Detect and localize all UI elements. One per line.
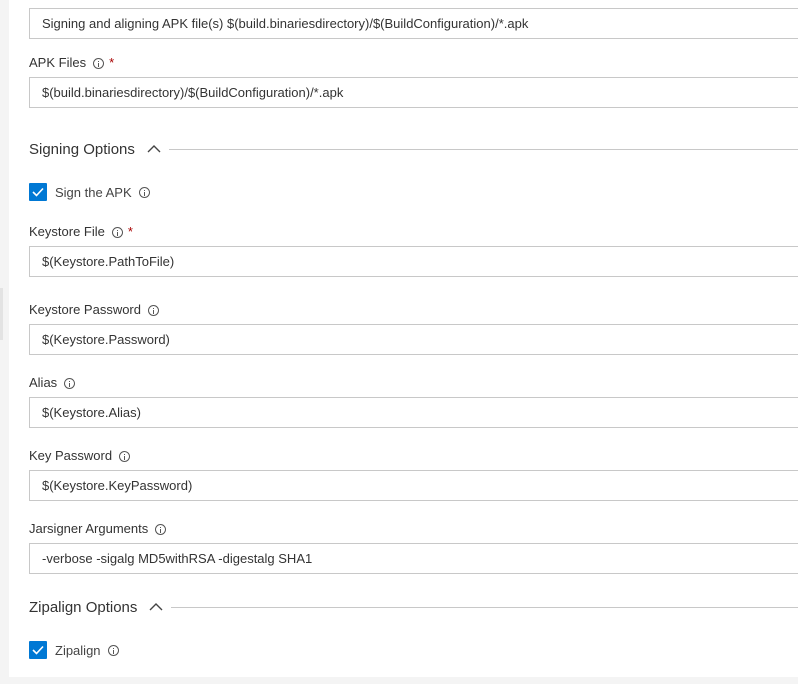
key-password-label-text: Key Password	[29, 448, 113, 463]
keystore-password-input[interactable]: $(Keystore.Password)	[29, 324, 798, 355]
required-marker: *	[109, 55, 115, 70]
task-settings-panel: Signing and aligning APK file(s) $(build…	[9, 0, 798, 684]
zipalign-options-title: Zipalign Options	[29, 598, 138, 616]
keystore-file-label-text: Keystore File	[29, 224, 105, 239]
keystore-password-label-text: Keystore Password	[29, 302, 141, 317]
section-divider	[171, 606, 798, 608]
info-icon[interactable]	[107, 644, 119, 656]
jarsigner-arguments-label: Jarsigner Arguments	[29, 520, 167, 538]
keystore-file-input[interactable]: $(Keystore.PathToFile)	[29, 246, 798, 277]
required-marker: *	[127, 224, 133, 239]
signing-options-title: Signing Options	[29, 140, 135, 158]
chevron-up-icon[interactable]	[149, 600, 163, 614]
display-name-input[interactable]: Signing and aligning APK file(s) $(build…	[29, 8, 798, 39]
jarsigner-arguments-label-text: Jarsigner Arguments	[29, 521, 149, 536]
sign-apk-label: Sign the APK	[55, 184, 132, 200]
apk-files-label: APK Files *	[29, 54, 114, 72]
key-password-label: Key Password	[29, 447, 131, 465]
sign-apk-row[interactable]: Sign the APK	[29, 182, 150, 202]
info-icon[interactable]	[64, 377, 76, 389]
alias-label-text: Alias	[29, 375, 58, 390]
zipalign-options-header[interactable]: Zipalign Options	[29, 596, 798, 618]
checkmark-icon	[32, 187, 44, 197]
zipalign-checkbox[interactable]	[29, 641, 47, 659]
apk-files-input[interactable]: $(build.binariesdirectory)/$(BuildConfig…	[29, 77, 798, 108]
apk-files-label-text: APK Files	[29, 55, 87, 70]
panel-bottom-edge	[0, 677, 798, 684]
info-icon[interactable]	[138, 186, 150, 198]
zipalign-label: Zipalign	[55, 642, 101, 658]
jarsigner-arguments-input[interactable]: -verbose -sigalg MD5withRSA -digestalg S…	[29, 543, 798, 574]
checkmark-icon	[32, 645, 44, 655]
keystore-password-label: Keystore Password	[29, 301, 159, 319]
selected-task-indicator	[0, 288, 3, 340]
zipalign-row[interactable]: Zipalign	[29, 640, 119, 660]
signing-options-header[interactable]: Signing Options	[29, 138, 798, 160]
alias-label: Alias	[29, 374, 76, 392]
section-divider	[168, 148, 798, 150]
info-icon[interactable]	[155, 523, 167, 535]
info-icon[interactable]	[148, 304, 159, 316]
info-icon[interactable]	[111, 226, 123, 238]
chevron-up-icon[interactable]	[147, 142, 161, 156]
key-password-input[interactable]: $(Keystore.KeyPassword)	[29, 470, 798, 501]
info-icon[interactable]	[119, 450, 131, 462]
left-sidebar-edge	[0, 0, 9, 684]
alias-input[interactable]: $(Keystore.Alias)	[29, 397, 798, 428]
sign-apk-checkbox[interactable]	[29, 183, 47, 201]
keystore-file-label: Keystore File *	[29, 223, 133, 241]
info-icon[interactable]	[93, 57, 105, 69]
